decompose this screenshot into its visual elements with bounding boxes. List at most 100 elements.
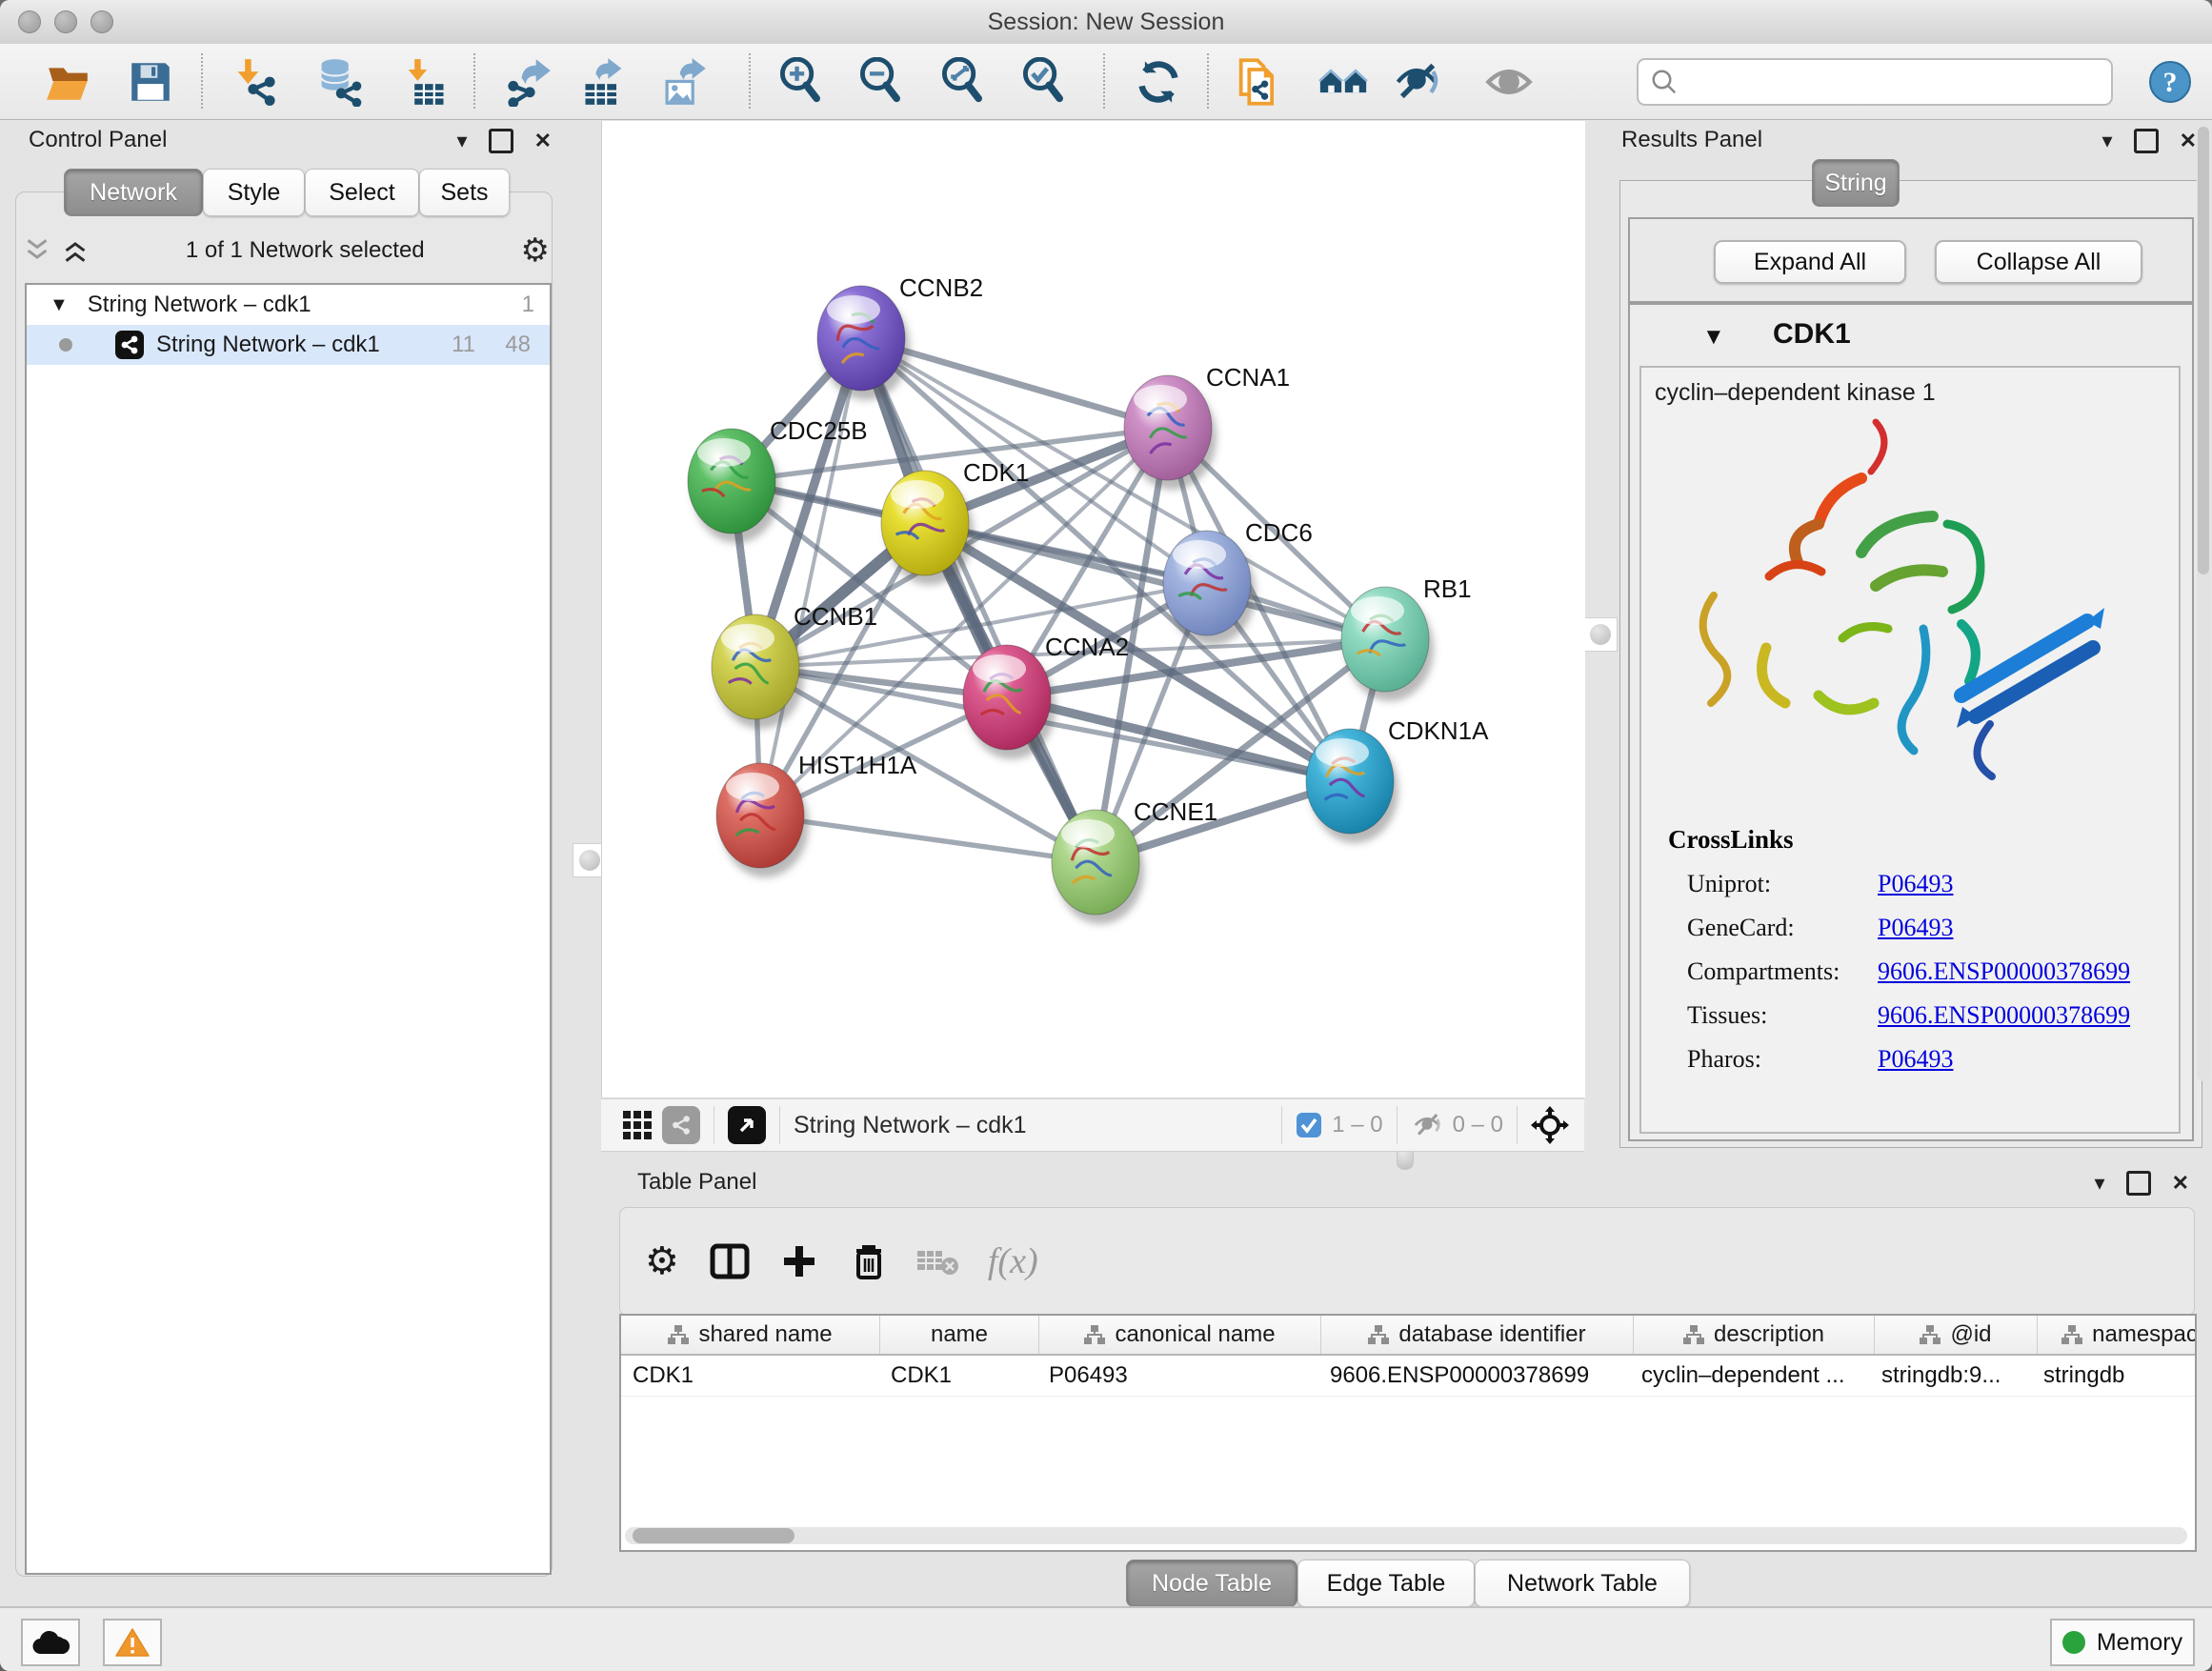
tab-sets[interactable]: Sets	[419, 169, 510, 216]
network-collection-row[interactable]: ▼ String Network – cdk1 1	[27, 285, 550, 325]
zoom-selected-icon[interactable]	[1020, 57, 1070, 107]
network-node-cdc25b[interactable]: CDC25B	[688, 416, 868, 543]
grid-view-icon[interactable]	[618, 1106, 656, 1144]
column-header-description[interactable]: description	[1634, 1316, 1875, 1354]
delete-column-icon[interactable]	[851, 1241, 887, 1281]
network-node-ccnb2[interactable]: CCNB2	[817, 273, 983, 400]
panel-float-icon[interactable]	[489, 129, 513, 153]
table-cell[interactable]: P06493	[1037, 1356, 1318, 1396]
export-table-icon[interactable]	[579, 57, 629, 107]
panel-close-icon[interactable]: ✕	[534, 131, 552, 151]
tab-edge-table[interactable]: Edge Table	[1297, 1560, 1475, 1607]
network-edge[interactable]	[760, 815, 1096, 862]
panel-menu-caret-icon[interactable]: ▾	[2095, 1173, 2105, 1194]
network-edge[interactable]	[760, 338, 861, 815]
network-node-ccna2[interactable]: CCNA2	[963, 633, 1129, 759]
search-input[interactable]	[1686, 68, 2100, 96]
column-header-database-identifier[interactable]: database identifier	[1321, 1316, 1634, 1354]
panel-float-icon[interactable]	[2134, 129, 2159, 153]
split-panel-icon[interactable]	[710, 1241, 750, 1281]
tab-network[interactable]: Network	[64, 169, 203, 216]
table-hscrollbar-thumb[interactable]	[633, 1528, 794, 1543]
panel-close-icon[interactable]: ✕	[2172, 1173, 2189, 1194]
open-in-window-icon[interactable]	[728, 1106, 766, 1144]
tab-select[interactable]: Select	[305, 169, 419, 216]
network-options-gear-icon[interactable]: ⚙	[521, 232, 550, 270]
tab-network-table[interactable]: Network Table	[1475, 1560, 1690, 1607]
crosslink-link[interactable]: 9606.ENSP00000378699	[1878, 1001, 2130, 1030]
table-cell[interactable]: 9606.ENSP00000378699	[1318, 1356, 1630, 1396]
column-header-shared-name[interactable]: shared name	[621, 1316, 880, 1354]
table-settings-gear-icon[interactable]: ⚙	[645, 1239, 679, 1283]
section-caret-icon[interactable]: ▼	[1702, 324, 1725, 351]
expand-all-icon[interactable]	[61, 238, 90, 263]
birdseye-view-icon[interactable]	[1531, 1106, 1569, 1144]
cloud-icon	[31, 1629, 70, 1656]
expand-all-button[interactable]: Expand All	[1714, 240, 1906, 284]
help-icon[interactable]: ?	[2145, 57, 2195, 107]
column-header-@id[interactable]: @id	[1875, 1316, 2038, 1354]
crosslink-link[interactable]: P06493	[1878, 914, 1953, 942]
network-node-cdkn1a[interactable]: CDKN1A	[1306, 716, 1489, 843]
table-hscrollbar[interactable]	[625, 1527, 2187, 1544]
search-field[interactable]	[1637, 58, 2113, 106]
network-node-cdc6[interactable]: CDC6	[1163, 518, 1313, 645]
table-cell[interactable]: stringdb:9...	[1870, 1356, 2032, 1396]
memory-label: Memory	[2097, 1629, 2182, 1657]
table-cell[interactable]: stringdb	[2032, 1356, 2197, 1396]
warning-button[interactable]	[103, 1619, 162, 1666]
add-column-icon[interactable]	[780, 1242, 818, 1280]
zoom-in-icon[interactable]	[777, 57, 827, 107]
panel-menu-caret-icon[interactable]: ▾	[2102, 131, 2113, 151]
hide-selected-icon[interactable]	[1392, 57, 1441, 107]
network-node-ccne1[interactable]: CCNE1	[1052, 797, 1217, 924]
crosslink-link[interactable]: 9606.ENSP00000378699	[1878, 957, 2130, 986]
results-scrollbar[interactable]	[2197, 125, 2210, 1081]
import-network-database-icon[interactable]	[314, 57, 364, 107]
panel-float-icon[interactable]	[2126, 1171, 2151, 1196]
column-header-canonical-name[interactable]: canonical name	[1039, 1316, 1321, 1354]
network-canvas-svg[interactable]: CCNB2 CCNA1 CDC25B CDK1 CDC6RB1 CCNB1 CCNA2 CDK…	[601, 121, 1585, 1097]
refresh-icon[interactable]	[1134, 57, 1183, 107]
network-node-ccnb1[interactable]: CCNB1	[712, 602, 877, 729]
crosslink-link[interactable]: P06493	[1878, 870, 1953, 898]
import-network-file-icon[interactable]	[231, 57, 280, 107]
memory-button[interactable]: Memory	[2050, 1619, 2195, 1666]
control-panel: Control Panel ▾ ✕ NetworkStyleSelectSets…	[8, 121, 565, 1580]
collapse-all-button[interactable]: Collapse All	[1935, 240, 2142, 284]
selected-checkbox[interactable]	[1296, 1112, 1322, 1138]
table-cell[interactable]: CDK1	[879, 1356, 1037, 1396]
network-row[interactable]: String Network – cdk1 11 48	[27, 325, 550, 365]
column-header-name[interactable]: name	[880, 1316, 1039, 1354]
zoom-out-icon[interactable]	[857, 57, 907, 107]
houses-icon[interactable]	[1318, 57, 1368, 107]
duplicate-network-icon[interactable]	[1233, 57, 1282, 107]
cloud-button[interactable]	[21, 1619, 80, 1666]
share-view-icon[interactable]	[662, 1106, 700, 1144]
open-session-icon[interactable]	[44, 57, 93, 107]
tab-string[interactable]: String	[1812, 159, 1900, 207]
save-session-icon[interactable]	[126, 57, 175, 107]
node-label: CDK1	[963, 458, 1029, 487]
table-cell[interactable]: cyclin–dependent ...	[1630, 1356, 1870, 1396]
column-header-namespac[interactable]: namespac	[2038, 1316, 2197, 1354]
export-network-icon[interactable]	[503, 57, 553, 107]
table-row[interactable]: CDK1CDK1P064939606.ENSP00000378699cyclin…	[621, 1356, 2195, 1397]
zoom-fit-icon[interactable]	[939, 57, 989, 107]
results-scrollbar-thumb[interactable]	[2198, 127, 2209, 574]
table-cell[interactable]: CDK1	[621, 1356, 879, 1396]
crosslink-link[interactable]: P06493	[1878, 1045, 1953, 1074]
network-node-ccna1[interactable]: CCNA1	[1124, 363, 1290, 490]
import-table-icon[interactable]	[400, 57, 450, 107]
panel-menu-caret-icon[interactable]: ▾	[457, 131, 468, 151]
panel-close-icon[interactable]: ✕	[2180, 131, 2197, 151]
hidden-eye-icon[interactable]	[1411, 1111, 1443, 1139]
tab-style[interactable]: Style	[203, 169, 305, 216]
crosslink-label: Uniprot:	[1687, 870, 1878, 898]
network-node-hist1h1a[interactable]: HIST1H1A	[716, 751, 917, 877]
export-image-icon[interactable]	[659, 57, 709, 107]
tree-caret-icon[interactable]: ▼	[50, 294, 69, 316]
network-node-rb1[interactable]: RB1	[1341, 574, 1472, 701]
tab-node-table[interactable]: Node Table	[1126, 1560, 1297, 1607]
collapse-all-icon[interactable]	[23, 238, 51, 263]
